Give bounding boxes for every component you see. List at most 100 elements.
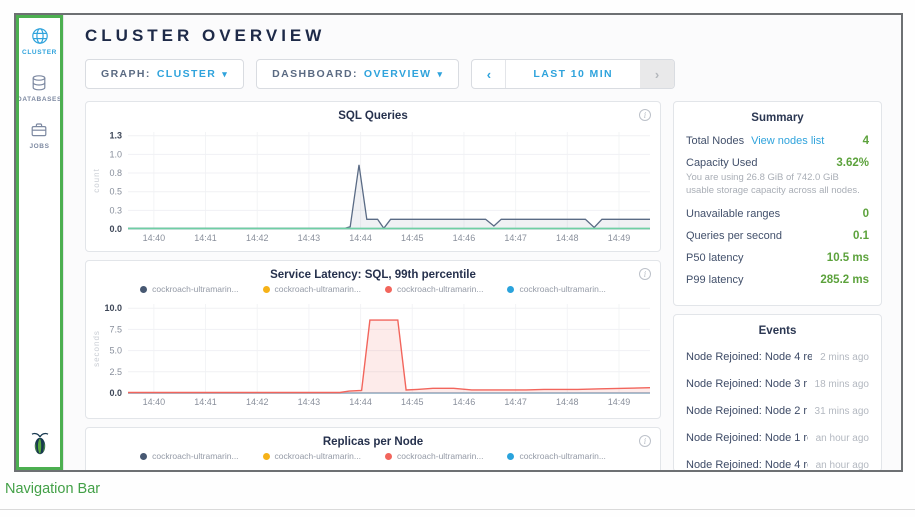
charts-column: SQL Queries i 0.00.30.50.81.01.314:4014:… <box>85 101 661 472</box>
event-time: 2 mins ago <box>820 352 869 363</box>
summary-row: P50 latency 10.5 ms <box>674 247 881 269</box>
divider <box>0 509 915 510</box>
info-icon[interactable]: i <box>639 435 651 447</box>
legend-item[interactable]: cockroach-ultramarin... <box>263 451 361 461</box>
summary-row-value: 4 <box>863 135 869 147</box>
sidebar-item-label: JOBS <box>29 143 49 150</box>
time-range-value[interactable]: LAST 10 MIN <box>506 60 640 88</box>
legend-item[interactable]: cockroach-ultramarin... <box>140 284 238 294</box>
summary-rows: Total NodesView nodes list4Capacity Used… <box>674 130 881 291</box>
legend-label: cockroach-ultramarin... <box>275 451 361 461</box>
graph-dropdown[interactable]: GRAPH: CLUSTER ▾ <box>85 59 244 89</box>
legend-label: cockroach-ultramarin... <box>519 284 605 294</box>
event-row[interactable]: Node Rejoined: Node 1 rej... an hour ago <box>674 424 881 451</box>
legend-dot-icon <box>140 453 147 460</box>
legend-dot-icon <box>507 286 514 293</box>
summary-panel: Summary Total NodesView nodes list4Capac… <box>673 101 882 306</box>
page-title: CLUSTER OVERVIEW <box>85 25 901 47</box>
admin-ui-window: CLUSTER DATABASES <box>14 13 903 472</box>
legend-item[interactable]: cockroach-ultramarin... <box>385 284 483 294</box>
legend-label: cockroach-ultramarin... <box>152 451 238 461</box>
svg-text:14:44: 14:44 <box>349 233 372 243</box>
chart-legend: cockroach-ultramarin... cockroach-ultrama… <box>86 283 660 296</box>
svg-text:10.0: 10.0 <box>104 303 122 313</box>
legend-dot-icon <box>385 453 392 460</box>
navigation-bar: CLUSTER DATABASES <box>16 15 64 470</box>
svg-text:14:46: 14:46 <box>453 397 476 407</box>
svg-text:0.5: 0.5 <box>109 187 122 197</box>
time-range-next-button[interactable]: › <box>640 60 674 88</box>
legend-dot-icon <box>507 453 514 460</box>
service-latency-chart-panel: Service Latency: SQL, 99th percentile i … <box>85 260 661 419</box>
summary-row-value: 10.5 ms <box>827 252 869 264</box>
event-time: 31 mins ago <box>815 406 869 417</box>
summary-row: Queries per second0.1 <box>674 225 881 247</box>
svg-text:14:47: 14:47 <box>504 233 527 243</box>
info-icon[interactable]: i <box>639 268 651 280</box>
event-row[interactable]: Node Rejoined: Node 2 rej...31 mins ago <box>674 397 881 424</box>
events-title: Events <box>674 315 881 343</box>
events-rows: Node Rejoined: Node 4 rej...2 mins agoNo… <box>674 343 881 472</box>
svg-text:2.5: 2.5 <box>109 367 122 377</box>
sidebar-item-jobs[interactable]: JOBS <box>29 120 49 150</box>
event-row[interactable]: Node Rejoined: Node 4 rej...2 mins ago <box>674 343 881 370</box>
svg-text:400: 400 <box>107 469 122 472</box>
sql-queries-chart-panel: SQL Queries i 0.00.30.50.81.01.314:4014:… <box>85 101 661 252</box>
chart-title: SQL Queries <box>86 102 660 124</box>
screenshot-root: CLUSTER DATABASES <box>0 0 915 517</box>
svg-text:14:44: 14:44 <box>349 397 372 407</box>
svg-text:0.8: 0.8 <box>109 168 122 178</box>
sidebar-item-label: DATABASES <box>17 96 62 103</box>
svg-text:14:49: 14:49 <box>608 397 631 407</box>
replicas-per-node-chart: 40014:4014:4114:4214:4314:4414:4514:4614… <box>90 463 656 472</box>
legend-item[interactable]: cockroach-ultramarin... <box>263 284 361 294</box>
chevron-down-icon: ▾ <box>222 69 228 80</box>
event-text: Node Rejoined: Node 4 rej... <box>686 459 808 471</box>
svg-text:14:40: 14:40 <box>143 233 166 243</box>
event-time: an hour ago <box>816 433 869 444</box>
event-row[interactable]: Node Rejoined: Node 3 rej...18 mins ago <box>674 370 881 397</box>
summary-row-value: 3.62% <box>836 157 869 169</box>
svg-text:1.0: 1.0 <box>109 149 122 159</box>
info-icon[interactable]: i <box>639 109 651 121</box>
chart-legend: cockroach-ultramarin... cockroach-ultrama… <box>86 450 660 463</box>
legend-item[interactable]: cockroach-ultramarin... <box>140 451 238 461</box>
legend-item[interactable]: cockroach-ultramarin... <box>385 451 483 461</box>
database-icon <box>29 73 49 93</box>
sidebar-item-databases[interactable]: DATABASES <box>17 73 62 103</box>
legend-item[interactable]: cockroach-ultramarin... <box>507 451 605 461</box>
svg-text:14:48: 14:48 <box>556 233 579 243</box>
svg-text:7.5: 7.5 <box>109 324 122 334</box>
view-nodes-list-link[interactable]: View nodes list <box>751 135 824 147</box>
dashboard-dropdown[interactable]: DASHBOARD: OVERVIEW ▾ <box>256 59 459 89</box>
dashboard-dropdown-value: OVERVIEW <box>364 68 432 80</box>
svg-text:14:45: 14:45 <box>401 397 424 407</box>
sidebar-item-cluster[interactable]: CLUSTER <box>22 26 57 56</box>
main-content: CLUSTER OVERVIEW GRAPH: CLUSTER ▾ DASHBO… <box>64 15 901 470</box>
summary-row: Total Nodes View nodes list 4 <box>674 130 881 152</box>
sql-queries-chart: 0.00.30.50.81.01.314:4014:4114:4214:4314… <box>90 124 656 246</box>
svg-text:14:45: 14:45 <box>401 233 424 243</box>
legend-label: cockroach-ultramarin... <box>397 284 483 294</box>
legend-dot-icon <box>263 453 270 460</box>
toolbar: GRAPH: CLUSTER ▾ DASHBOARD: OVERVIEW ▾ ‹… <box>85 59 901 89</box>
side-column: Summary Total NodesView nodes list4Capac… <box>673 101 882 472</box>
summary-row-label: Total Nodes <box>686 135 744 147</box>
summary-row-label: P50 latency <box>686 252 743 264</box>
cockroachdb-logo-icon[interactable] <box>28 430 52 461</box>
svg-text:14:43: 14:43 <box>298 397 321 407</box>
chart-title: Replicas per Node <box>86 428 660 450</box>
summary-row-caption: You are using 26.8 GiB of 742.0 GiB usab… <box>674 171 881 203</box>
svg-text:14:47: 14:47 <box>504 397 527 407</box>
time-range-prev-button[interactable]: ‹ <box>472 60 506 88</box>
event-text: Node Rejoined: Node 1 rej... <box>686 432 808 444</box>
legend-item[interactable]: cockroach-ultramarin... <box>507 284 605 294</box>
summary-row-label: P99 latency <box>686 274 743 286</box>
svg-text:0.0: 0.0 <box>109 224 122 234</box>
svg-text:14:41: 14:41 <box>194 397 217 407</box>
dashboard-content: SQL Queries i 0.00.30.50.81.01.314:4014:… <box>85 101 901 472</box>
event-row[interactable]: Node Rejoined: Node 4 rej...an hour ago <box>674 451 881 472</box>
svg-text:14:41: 14:41 <box>194 233 217 243</box>
chevron-down-icon: ▾ <box>438 69 444 80</box>
summary-row-value: 285.2 ms <box>820 274 869 286</box>
